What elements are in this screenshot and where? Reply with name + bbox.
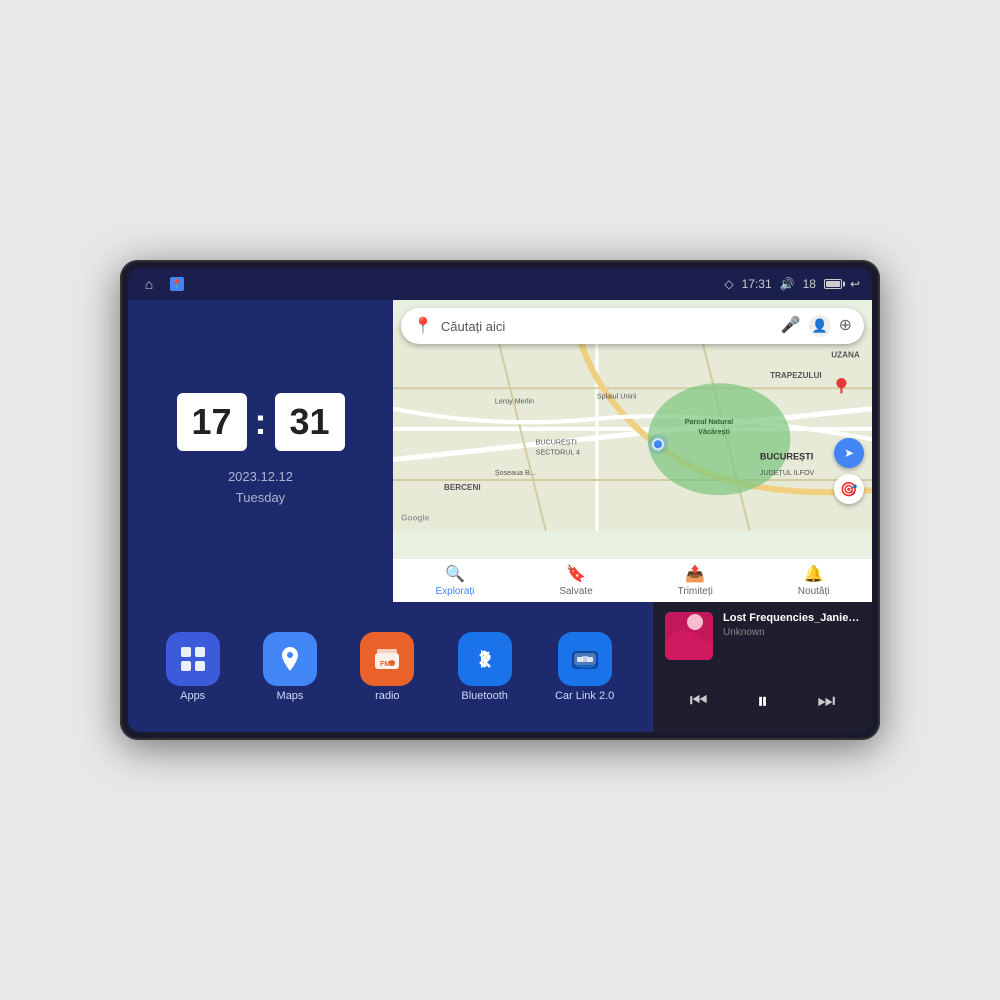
map-search-bar[interactable]: 📍 Căutați aici 🎤 👤 ⊕: [401, 308, 864, 344]
signal-strength: 18: [803, 277, 816, 291]
svg-text:Leroy Merlin: Leroy Merlin: [495, 398, 534, 406]
mic-icon[interactable]: 🎤: [781, 315, 801, 337]
svg-text:TRAPEZULUI: TRAPEZULUI: [770, 371, 822, 380]
car-display-device: ⌂ 📍 ◇ 17:31 🔊 18 ↩: [120, 260, 880, 740]
bluetooth-icon: [458, 632, 512, 686]
radio-svg-icon: FM: [371, 643, 403, 675]
clock-hour: 17: [177, 393, 247, 451]
volume-icon: 🔊: [780, 277, 795, 291]
bottom-section: Apps Maps: [128, 602, 872, 732]
explore-icon: 🔍: [445, 564, 465, 584]
map-pin-icon: 📍: [413, 316, 433, 336]
battery-icon: [824, 279, 842, 289]
news-icon: 🔔: [804, 564, 824, 584]
svg-text:Splaiul Unirii: Splaiul Unirii: [597, 392, 637, 400]
music-artist: Unknown: [723, 627, 860, 638]
music-player: Lost Frequencies_Janieck Devy-... Unknow…: [652, 602, 872, 732]
apps-icon: [166, 632, 220, 686]
map-search-text[interactable]: Căutați aici: [441, 319, 773, 334]
app-item-radio[interactable]: FM radio: [360, 632, 414, 702]
clock-day-value: Tuesday: [228, 488, 293, 509]
play-pause-button[interactable]: ⏸: [749, 684, 776, 718]
bluetooth-label: Bluetooth: [461, 690, 507, 702]
map-nav-explore[interactable]: 🔍 Explorați: [435, 564, 474, 597]
radio-label: radio: [375, 690, 399, 702]
send-label: Trimiteți: [678, 586, 713, 597]
music-title: Lost Frequencies_Janieck Devy-...: [723, 612, 860, 624]
apps-label: Apps: [180, 690, 205, 702]
radio-icon: FM: [360, 632, 414, 686]
svg-text:SECTORUL 4: SECTORUL 4: [536, 448, 580, 456]
svg-text:FM: FM: [380, 661, 390, 668]
status-right: ◇ 17:31 🔊 18 ↩: [724, 277, 860, 291]
back-icon[interactable]: ↩: [850, 277, 860, 291]
carlink-svg-icon: [569, 643, 601, 675]
maps-label: Maps: [277, 690, 304, 702]
map-search-icons: 🎤 👤 ⊕: [781, 315, 852, 337]
svg-text:Google: Google: [401, 514, 430, 523]
battery-indicator: [824, 279, 842, 289]
main-area: 17 : 31 2023.12.12 Tuesday 📍 Căutați aic…: [128, 300, 872, 732]
maps-icon: [263, 632, 317, 686]
app-item-apps[interactable]: Apps: [166, 632, 220, 702]
app-item-carlink[interactable]: Car Link 2.0: [555, 632, 614, 702]
map-nav-saved[interactable]: 🔖 Salvate: [559, 564, 592, 597]
map-navigate-button[interactable]: ➤: [834, 438, 864, 468]
clock-date: 2023.12.12 Tuesday: [228, 467, 293, 509]
next-button[interactable]: ⏭: [809, 686, 843, 717]
maps-nav-icon[interactable]: 📍: [168, 275, 186, 293]
svg-text:BERCENI: BERCENI: [444, 483, 481, 492]
saved-icon: 🔖: [566, 564, 586, 584]
news-label: Noutăți: [798, 586, 830, 597]
map-nav-news[interactable]: 🔔 Noutăți: [798, 564, 830, 597]
map-nav-send[interactable]: 📤 Trimiteți: [678, 564, 713, 597]
apps-bar: Apps Maps: [128, 602, 652, 732]
app-item-maps[interactable]: Maps: [263, 632, 317, 702]
carlink-label: Car Link 2.0: [555, 690, 614, 702]
layers-icon[interactable]: ⊕: [839, 315, 852, 337]
music-top: Lost Frequencies_Janieck Devy-... Unknow…: [665, 612, 860, 660]
svg-text:JUDEȚUL ILFOV: JUDEȚUL ILFOV: [760, 469, 815, 477]
svg-text:📍: 📍: [171, 278, 182, 289]
device-screen: ⌂ 📍 ◇ 17:31 🔊 18 ↩: [128, 268, 872, 732]
svg-text:UZANA: UZANA: [831, 351, 860, 360]
bluetooth-svg-icon: [469, 643, 501, 675]
map-bottom-bar: 🔍 Explorați 🔖 Salvate 📤 Trimiteți �: [393, 558, 872, 602]
svg-text:BUCUREȘTI: BUCUREȘTI: [536, 438, 577, 446]
map-panel[interactable]: 📍 Căutați aici 🎤 👤 ⊕: [393, 300, 872, 602]
apps-svg-icon: [177, 643, 209, 675]
svg-text:Șoseaua B...: Șoseaua B...: [495, 469, 536, 477]
status-bar: ⌂ 📍 ◇ 17:31 🔊 18 ↩: [128, 268, 872, 300]
account-icon[interactable]: 👤: [809, 315, 831, 337]
clock-minute: 31: [275, 393, 345, 451]
app-item-bluetooth[interactable]: Bluetooth: [458, 632, 512, 702]
clock-date-value: 2023.12.12: [228, 467, 293, 488]
svg-text:Parcul Natural: Parcul Natural: [685, 418, 733, 426]
saved-label: Salvate: [559, 586, 592, 597]
maps-svg-icon: [274, 643, 306, 675]
clock-colon: :: [255, 401, 267, 443]
album-art-svg: [665, 612, 713, 660]
home-icon[interactable]: ⌂: [140, 275, 158, 293]
prev-button[interactable]: ⏮: [682, 686, 716, 717]
explore-label: Explorați: [435, 586, 474, 597]
carlink-icon: [558, 632, 612, 686]
map-location-button[interactable]: 🎯: [834, 474, 864, 504]
clock-display: 17 : 31: [177, 393, 345, 451]
top-section: 17 : 31 2023.12.12 Tuesday 📍 Căutați aic…: [128, 300, 872, 602]
status-left: ⌂ 📍: [140, 275, 186, 293]
svg-text:BUCUREȘTI: BUCUREȘTI: [760, 452, 813, 462]
music-controls: ⏮ ⏸ ⏭: [665, 676, 860, 722]
music-info: Lost Frequencies_Janieck Devy-... Unknow…: [723, 612, 860, 638]
svg-text:Văcărești: Văcărești: [698, 428, 730, 436]
status-time: 17:31: [742, 277, 772, 291]
album-art: [665, 612, 713, 660]
send-icon: 📤: [685, 564, 705, 584]
location-icon: ◇: [724, 277, 733, 291]
clock-panel: 17 : 31 2023.12.12 Tuesday: [128, 300, 393, 602]
